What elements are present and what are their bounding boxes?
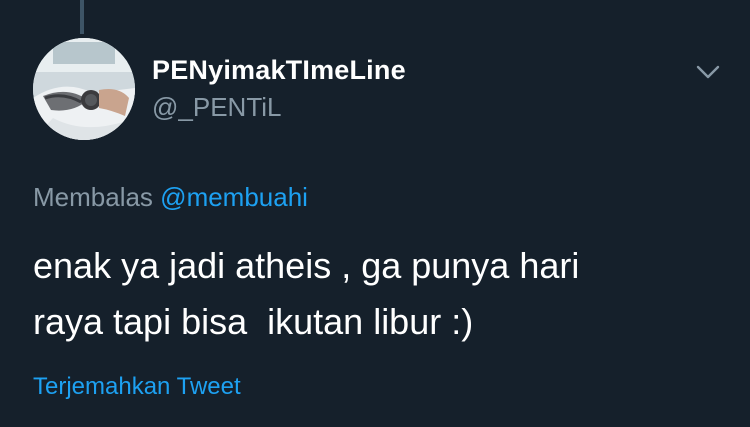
translate-tweet-link[interactable]: Terjemahkan Tweet bbox=[33, 373, 241, 401]
avatar[interactable] bbox=[33, 38, 135, 140]
reply-context: Membalas @membuahi bbox=[33, 182, 308, 213]
thread-connector-line bbox=[80, 0, 84, 34]
author-display-name[interactable]: PENyimakTImeLine bbox=[152, 55, 406, 86]
avatar-photo bbox=[33, 38, 135, 140]
tweet-card: PENyimakTImeLine @_PENTiL Membalas @memb… bbox=[0, 0, 750, 427]
reply-prefix: Membalas bbox=[33, 182, 153, 212]
chevron-down-icon[interactable] bbox=[694, 60, 722, 84]
reply-mention-link[interactable]: @membuahi bbox=[160, 182, 308, 212]
tweet-text: enak ya jadi atheis , ga punya hari raya… bbox=[33, 245, 580, 342]
author-handle[interactable]: @_PENTiL bbox=[152, 92, 281, 123]
